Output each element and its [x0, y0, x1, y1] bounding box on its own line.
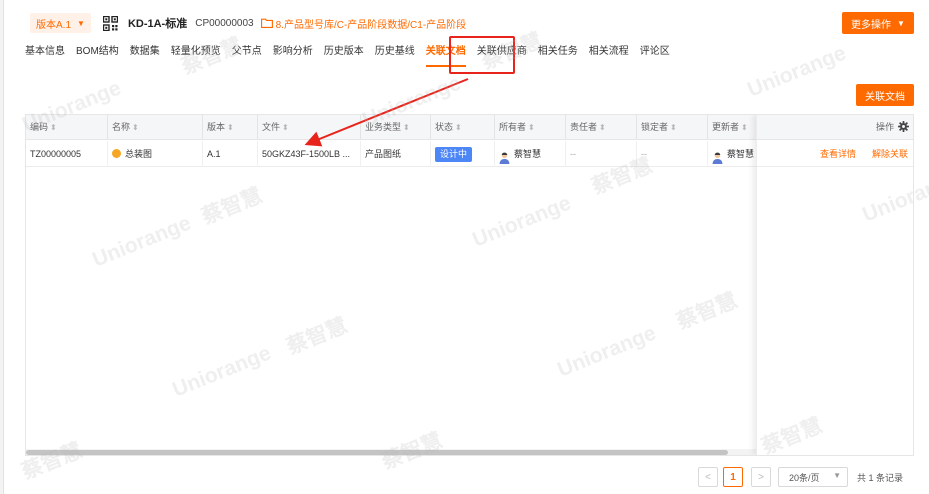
cell-business-type: 产品图纸	[361, 141, 431, 167]
page-number-current[interactable]: 1	[723, 467, 743, 487]
cell-locker: --	[637, 141, 708, 167]
documents-table: 编码 ⬍ 名称 ⬍ 版本 ⬍ 文件 ⬍ 业务类型 ⬍ 状态 ⬍ 所有者 ⬍ 责任者 ⬍ 锁定者 ⬍…	[25, 114, 914, 456]
cell-version: A.1	[203, 141, 258, 167]
version-selector[interactable]: 版本A.1 ▼	[30, 13, 91, 33]
user-avatar-icon	[499, 148, 510, 164]
page-size-select[interactable]: 20条/页 ▼	[778, 467, 848, 487]
caret-down-icon: ▼	[897, 18, 905, 28]
column-header-locker[interactable]: 锁定者 ⬍	[637, 115, 708, 140]
breadcrumb-path[interactable]: 8.产品型号库/C-产品阶段数据/C1-产品阶段	[276, 16, 467, 31]
column-header-responsible[interactable]: 责任者 ⬍	[566, 115, 637, 140]
column-header-code[interactable]: 编码 ⬍	[26, 115, 108, 140]
cell-status: 设计中	[431, 141, 495, 167]
cell-name-text: 总装图	[125, 149, 153, 159]
page-size-box: 20条/页 ▼	[778, 467, 848, 487]
column-header-status-label: 状态	[435, 122, 454, 132]
more-actions-button[interactable]: 更多操作 ▼	[842, 12, 914, 34]
column-header-locker-label: 锁定者	[641, 122, 669, 132]
cell-code: TZ00000005	[26, 141, 108, 167]
cell-owner-text: 蔡智慧	[514, 149, 542, 159]
sort-icon: ⬍	[132, 123, 139, 132]
tab-comments[interactable]: 评论区	[640, 41, 670, 63]
folder-icon	[260, 18, 273, 28]
tab-bar: 基本信息 BOM结构 数据集 轻量化预览 父节点 影响分析 历史版本 历史基线 …	[25, 40, 681, 67]
sort-icon: ⬍	[599, 123, 606, 132]
column-header-updater-label: 更新者	[712, 122, 740, 132]
left-edge	[0, 0, 4, 494]
scrollbar-thumb[interactable]	[26, 450, 728, 455]
column-header-name[interactable]: 名称 ⬍	[108, 115, 203, 140]
chevron-right-icon: >	[751, 467, 771, 487]
watermark: Uniorange	[744, 41, 850, 102]
tab-parent-node[interactable]: 父节点	[232, 41, 262, 63]
qr-code-icon[interactable]	[102, 15, 119, 31]
sort-icon: ⬍	[50, 123, 57, 132]
sort-icon: ⬍	[282, 123, 289, 132]
sort-icon: ⬍	[528, 123, 535, 132]
column-header-owner-label: 所有者	[499, 122, 527, 132]
column-header-business-type[interactable]: 业务类型 ⬍	[361, 115, 431, 140]
caret-down-icon: ▼	[77, 18, 85, 28]
document-type-icon	[112, 149, 121, 159]
user-avatar-icon	[712, 148, 723, 164]
column-header-version-label: 版本	[207, 122, 226, 132]
sort-icon: ⬍	[403, 123, 410, 132]
cell-responsible: --	[566, 141, 637, 167]
total-records: 共 1 条记录	[857, 467, 903, 487]
view-details-link[interactable]: 查看详情	[820, 141, 856, 167]
sort-icon: ⬍	[741, 123, 748, 132]
cell-name: 总装图	[108, 141, 203, 167]
column-header-owner[interactable]: 所有者 ⬍	[495, 115, 566, 140]
sort-icon: ⬍	[670, 123, 677, 132]
column-header-business-type-label: 业务类型	[365, 122, 402, 132]
total-records-label: 共 1 条记录	[857, 472, 904, 483]
tab-linked-suppliers[interactable]: 关联供应商	[477, 41, 527, 63]
column-header-file[interactable]: 文件 ⬍	[258, 115, 361, 140]
cell-owner: 蔡智慧	[495, 141, 566, 167]
unlink-link[interactable]: 解除关联	[872, 141, 908, 167]
cell-updater-text: 蔡智慧	[727, 149, 755, 159]
tab-dataset[interactable]: 数据集	[130, 41, 160, 63]
tab-history-baseline[interactable]: 历史基线	[375, 41, 415, 63]
product-code: CP00000003	[195, 17, 254, 29]
more-actions-label: 更多操作	[851, 19, 892, 31]
operations-column: 操作 查看详情 解除关联	[756, 115, 913, 455]
header-bar: 版本A.1 ▼ KD-1A-标准 CP00000003 8.产品型号库/C-产品…	[30, 12, 466, 34]
column-header-responsible-label: 责任者	[570, 122, 598, 132]
tab-linked-documents[interactable]: 关联文档	[425, 41, 466, 67]
link-document-button[interactable]: 关联文档	[856, 84, 914, 106]
next-page-button[interactable]: >	[751, 467, 771, 487]
operations-row: 查看详情 解除关联	[757, 141, 913, 167]
page-number-label: 1	[723, 467, 743, 487]
chevron-left-icon: <	[698, 467, 718, 487]
column-header-code-label: 编码	[30, 122, 49, 132]
version-label: 版本A.1	[36, 19, 72, 31]
chevron-down-icon: ▼	[833, 471, 841, 480]
sort-icon: ⬍	[455, 123, 462, 132]
sort-icon: ⬍	[227, 123, 234, 132]
tab-basic-info[interactable]: 基本信息	[25, 41, 65, 63]
tab-impact-analysis[interactable]: 影响分析	[273, 41, 313, 63]
tab-bom-structure[interactable]: BOM结构	[76, 41, 119, 63]
gear-icon[interactable]	[898, 121, 909, 132]
tab-related-tasks[interactable]: 相关任务	[538, 41, 578, 63]
column-header-file-label: 文件	[262, 122, 281, 132]
column-header-status[interactable]: 状态 ⬍	[431, 115, 495, 140]
tab-history-versions[interactable]: 历史版本	[324, 41, 364, 63]
product-name: KD-1A-标准	[127, 18, 188, 30]
prev-page-button[interactable]: <	[698, 467, 718, 487]
page-size-label: 20条/页	[789, 472, 820, 483]
column-header-version[interactable]: 版本 ⬍	[203, 115, 258, 140]
cell-file[interactable]: 50GKZ43F-1500LB ...	[258, 141, 361, 167]
status-badge: 设计中	[435, 147, 473, 163]
operations-header-label: 操作	[875, 122, 894, 132]
tab-lightweight-preview[interactable]: 轻量化预览	[171, 41, 221, 63]
column-header-name-label: 名称	[112, 122, 131, 132]
operations-header: 操作	[757, 115, 913, 140]
tab-related-workflows[interactable]: 相关流程	[589, 41, 629, 63]
